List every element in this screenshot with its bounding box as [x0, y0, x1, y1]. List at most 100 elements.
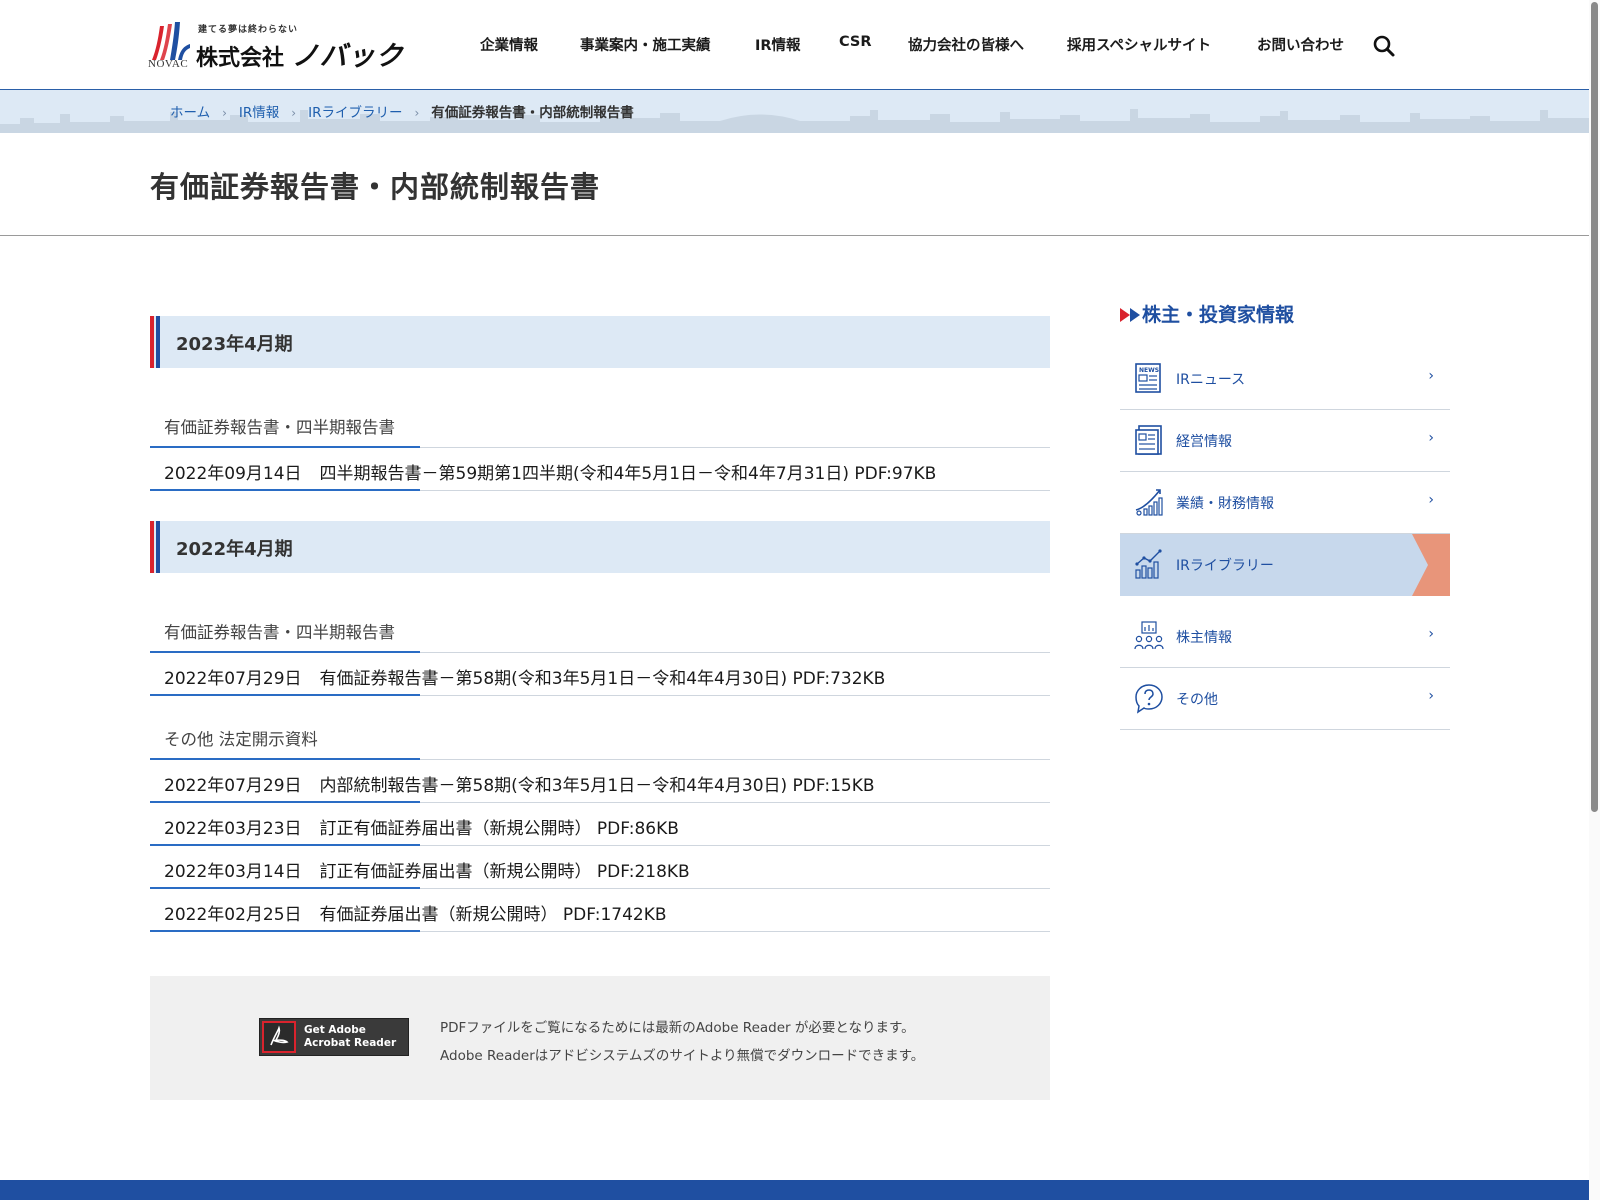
chevron-right-icon: ›	[1428, 492, 1434, 508]
chevron-right-icon: ›	[1428, 626, 1434, 642]
bar-chart-icon	[1135, 549, 1162, 579]
nav-item-business[interactable]: 事業案内・施工実績	[580, 34, 711, 55]
sidebar-item-ir-news[interactable]: NEWS IRニュース ›	[1120, 348, 1450, 410]
fiscal-year-label: 2022年4月期	[176, 539, 293, 560]
breadcrumb: ホーム › IR情報 › IRライブラリー › 有価証券報告書・内部統制報告書	[170, 101, 634, 121]
sidebar-item-label: その他	[1176, 692, 1218, 708]
page-title: 有価証券報告書・内部統制報告書	[150, 170, 601, 204]
nav-item-ir[interactable]: IR情報	[755, 34, 801, 55]
chevron-right-icon: ›	[1428, 430, 1434, 446]
sidebar-item-label: 業績・財務情報	[1176, 496, 1274, 512]
reader-badge-text: Get Adobe Acrobat Reader	[304, 1024, 396, 1050]
chevron-right-icon: ›	[1428, 368, 1434, 384]
document-date: 2022年03月14日	[164, 862, 302, 882]
pdf-document-link[interactable]: 2022年03月23日 訂正有価証券届出書（新規公開時） PDF:86KB	[150, 803, 1050, 846]
fiscal-year-label: 2023年4月期	[176, 334, 293, 355]
pdf-document-link[interactable]: 2022年09月14日 四半期報告書－第59期第1四半期(令和4年5月1日－令和4…	[150, 448, 1050, 491]
page-scrollbar[interactable]	[1589, 0, 1600, 1200]
pdf-document-link[interactable]: 2022年02月25日 有価証券届出書（新規公開時） PDF:1742KB	[150, 889, 1050, 932]
document-title: 有価証券届出書（新規公開時） PDF:1742KB	[319, 905, 667, 925]
category-heading-text: 有価証券報告書・四半期報告書	[164, 418, 395, 437]
breadcrumb-separator-icon: ›	[222, 106, 227, 120]
category-heading: 有価証券報告書・四半期報告書	[150, 611, 1050, 653]
document-entry: 2022年03月23日 訂正有価証券届出書（新規公開時） PDF:86KB	[164, 814, 679, 839]
question-icon	[1135, 684, 1163, 714]
logo-brand: ノバック	[291, 41, 404, 72]
news-icon: NEWS	[1135, 363, 1161, 393]
nav-item-recruit[interactable]: 採用スペシャルサイト	[1067, 34, 1211, 55]
breadcrumb-band: ホーム › IR情報 › IRライブラリー › 有価証券報告書・内部統制報告書	[0, 90, 1600, 133]
document-title: 四半期報告書－第59期第1四半期(令和4年5月1日－令和4年7月31日) PDF…	[319, 464, 937, 484]
document-entry: 2022年07月29日 有価証券報告書－第58期(令和3年5月1日－令和4年4月3…	[164, 664, 885, 689]
breadcrumb-home[interactable]: ホーム	[170, 105, 210, 121]
nav-item-contact[interactable]: お問い合わせ	[1257, 34, 1344, 55]
reader-note-line2: Adobe Readerはアドビシステムズのサイトより無償でダウンロードできます…	[440, 1048, 925, 1064]
sidebar-item-other[interactable]: その他 ›	[1120, 668, 1450, 730]
nav-item-csr[interactable]: CSR	[839, 34, 872, 50]
logo-company-name: 株式会社 ノバック	[196, 34, 404, 73]
adobe-reader-notice: Get Adobe Acrobat Reader PDFファイルをご覧になるため…	[150, 976, 1050, 1100]
pdf-document-link[interactable]: 2022年07月29日 内部統制報告書－第58期(令和3年5月1日－令和4年4月3…	[150, 760, 1050, 803]
sidebar-item-financial[interactable]: 業績・財務情報 ›	[1120, 472, 1450, 534]
document-date: 2022年03月23日	[164, 819, 302, 839]
svg-text:NEWS: NEWS	[1139, 367, 1159, 374]
sidebar-item-label: 経営情報	[1176, 434, 1232, 450]
breadcrumb-current: 有価証券報告書・内部統制報告書	[431, 105, 634, 121]
chevron-right-icon: ›	[1428, 688, 1434, 704]
document-date: 2022年02月25日	[164, 905, 302, 925]
document-title: 内部統制報告書－第58期(令和3年5月1日－令和4年4月30日) PDF:15K…	[319, 776, 875, 796]
acrobat-swirl-icon	[270, 1025, 289, 1046]
category-heading-text: 有価証券報告書・四半期報告書	[164, 623, 395, 642]
pdf-document-link[interactable]: 2022年07月29日 有価証券報告書－第58期(令和3年5月1日－令和4年4月3…	[150, 653, 1050, 696]
document-title: 訂正有価証券届出書（新規公開時） PDF:218KB	[319, 862, 690, 882]
site-header: 建てる夢は終わらない 株式会社 ノバック NOVAC 企業情報 事業案内・施工実…	[0, 0, 1600, 90]
reader-badge-line2: Acrobat Reader	[304, 1037, 397, 1049]
shareholders-icon	[1134, 621, 1164, 650]
ir-sidebar: 株主・投資家情報 NEWS IRニュース › 経営情報 › 業績・財務情報 › …	[1120, 300, 1450, 730]
sidebar-title: 株主・投資家情報	[1120, 300, 1450, 328]
document-entry: 2022年03月14日 訂正有価証券届出書（新規公開時） PDF:218KB	[164, 857, 690, 882]
category-heading: 有価証券報告書・四半期報告書	[150, 406, 1050, 448]
document-date: 2022年09月14日	[164, 464, 302, 484]
fiscal-year-heading: 2022年4月期	[150, 521, 1050, 573]
get-adobe-reader-button[interactable]: Get Adobe Acrobat Reader	[259, 1018, 409, 1056]
nav-item-company[interactable]: 企業情報	[480, 34, 538, 55]
logo-company-prefix: 株式会社	[196, 46, 285, 71]
document-entry: 2022年09月14日 四半期報告書－第59期第1四半期(令和4年5月1日－令和4…	[164, 459, 936, 484]
nav-item-partners[interactable]: 協力会社の皆様へ	[908, 34, 1024, 55]
document-title: 有価証券報告書－第58期(令和3年5月1日－令和4年4月30日) PDF:732…	[319, 669, 886, 689]
reader-note: PDFファイルをご覧になるためには最新のAdobe Reader が必要となりま…	[440, 1014, 924, 1070]
sidebar-item-label: 株主情報	[1176, 630, 1232, 646]
breadcrumb-separator-icon: ›	[291, 106, 297, 120]
document-date: 2022年07月29日	[164, 669, 302, 689]
growth-chart-icon	[1135, 489, 1163, 516]
sidebar-item-shareholders[interactable]: 株主情報 ›	[1120, 606, 1450, 668]
category-heading-text: その他 法定開示資料	[164, 730, 318, 749]
document-list: 2023年4月期 有価証券報告書・四半期報告書 2022年09月14日 四半期報告…	[150, 316, 1050, 932]
category-heading: その他 法定開示資料	[150, 718, 1050, 760]
document-icon	[1135, 425, 1162, 455]
logo-sub: NOVAC	[148, 58, 189, 70]
breadcrumb-ir[interactable]: IR情報	[239, 105, 279, 121]
pdf-document-link[interactable]: 2022年03月14日 訂正有価証券届出書（新規公開時） PDF:218KB	[150, 846, 1050, 889]
breadcrumb-library[interactable]: IRライブラリー	[308, 105, 402, 121]
sidebar-item-management[interactable]: 経営情報 ›	[1120, 410, 1450, 472]
document-title: 訂正有価証券届出書（新規公開時） PDF:86KB	[319, 819, 679, 839]
fiscal-year-heading: 2023年4月期	[150, 316, 1050, 368]
footer-band	[0, 1180, 1600, 1200]
company-logo[interactable]: 建てる夢は終わらない 株式会社 ノバック NOVAC	[148, 20, 403, 72]
reader-badge-line1: Get Adobe	[304, 1024, 366, 1036]
search-icon[interactable]	[1372, 34, 1396, 58]
acrobat-icon	[262, 1021, 296, 1053]
active-indicator-icon	[1412, 534, 1450, 596]
sidebar-item-label: IRニュース	[1176, 372, 1246, 388]
breadcrumb-separator-icon: ›	[414, 106, 420, 120]
double-arrow-icon	[1120, 308, 1140, 322]
sidebar-title-text: 株主・投資家情報	[1142, 304, 1295, 326]
sidebar-item-label: IRライブラリー	[1176, 558, 1274, 574]
title-divider	[0, 235, 1600, 236]
document-date: 2022年07月29日	[164, 776, 302, 796]
scrollbar-thumb[interactable]	[1591, 2, 1598, 812]
sidebar-item-ir-library[interactable]: IRライブラリー	[1120, 534, 1450, 596]
reader-note-line1: PDFファイルをご覧になるためには最新のAdobe Reader が必要となりま…	[440, 1020, 915, 1036]
